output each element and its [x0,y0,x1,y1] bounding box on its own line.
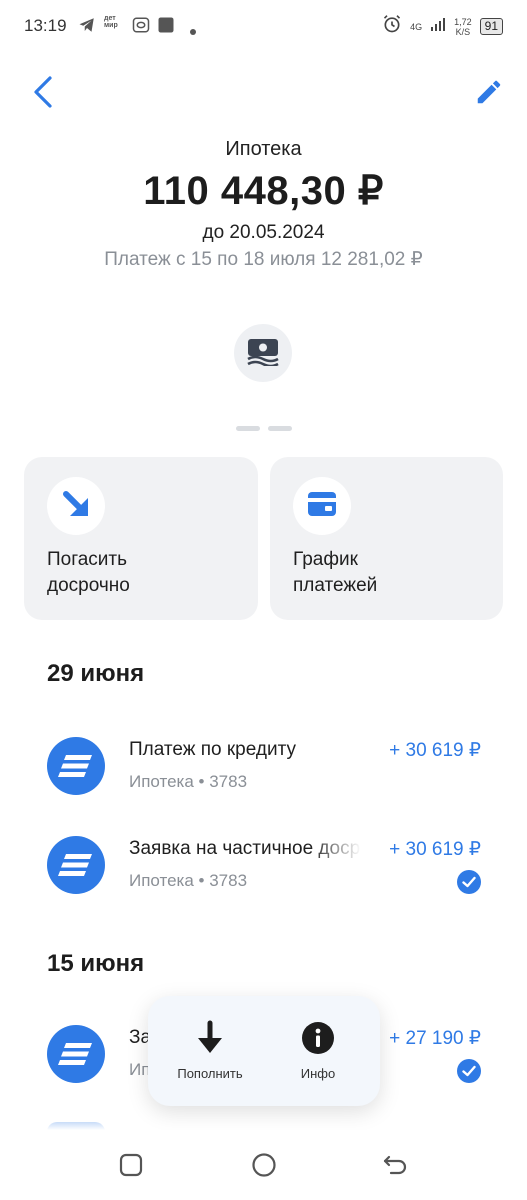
edit-button[interactable] [471,76,507,112]
info-icon [268,1018,368,1058]
early-repayment-tile[interactable]: Погасить досрочно [24,457,258,620]
back-nav-button[interactable] [378,1150,412,1184]
transaction-row[interactable]: Заявка на частичное досрочное погашение … [0,836,527,916]
transaction-amount: + 30 619 ₽ [389,839,481,860]
app-square-icon [157,16,175,39]
transaction-amount: + 30 619 ₽ [389,740,481,761]
carousel-dot [236,426,260,431]
early-repayment-label: Погасить досрочно [47,547,237,599]
circle-icon [251,1152,277,1183]
transaction-amount: + 27 190 ₽ [389,1028,481,1049]
banknote-icon [246,336,280,371]
payment-schedule-label-line2: платежей [293,575,378,596]
transaction-subtitle: Ипотека • 3783 [129,871,248,890]
early-repayment-label-line2: досрочно [47,575,130,596]
check-icon [457,870,481,894]
transaction-row[interactable]: Платеж по кредиту Ипотека • 3783 + 30 61… [0,737,527,817]
next-payment-info: Платеж с 15 по 18 июля 12 281,02 ₽ [104,249,423,270]
payment-schedule-label-line1: График [293,549,358,570]
info-label: Инфо [300,1066,336,1081]
alarm-icon [382,14,402,39]
payment-schedule-label: График платежей [293,547,483,599]
pencil-icon [474,77,504,112]
system-nav-bar [0,1130,527,1200]
arrow-down-right-icon [60,488,92,525]
info-button[interactable]: Инфо [268,1018,368,1081]
transaction-title: Заявка на частичное досрочное погашение [129,838,361,859]
floating-action-menu: Пополнить Инфо [148,996,380,1106]
net-speed: 1,72 K/S [454,17,472,37]
early-repayment-icon-wrap [47,477,105,535]
loan-end-date: до 20.05.2024 [202,222,325,243]
status-right: 4G 1,72 K/S 91 [382,14,503,39]
card-icon [306,490,338,523]
telegram-icon [78,16,96,39]
net-speed-value: 1,72 [454,16,472,27]
transaction-title: Платеж по кредиту [129,739,297,760]
loan-payment-icon [47,1025,105,1083]
network-type: 4G [410,21,423,32]
home-button[interactable] [247,1150,281,1184]
loan-card-button[interactable] [234,324,292,382]
status-bar: 13:19 дет мир 4G 1,72 K/S 91 [0,0,527,54]
check-icon [457,1059,481,1083]
top-up-button[interactable]: Пополнить [160,1018,260,1081]
status-time: 13:19 [24,16,67,35]
carousel-dot [268,426,292,431]
back-button[interactable] [26,74,60,114]
early-repayment-label-line1: Погасить [47,549,128,570]
loan-payment-icon [47,836,105,894]
top-up-label: Пополнить [177,1066,243,1081]
net-speed-unit: K/S [455,26,471,37]
chevron-left-icon [32,75,54,114]
more-notifications-dot-icon [190,22,196,40]
carousel-indicator [236,426,292,431]
loan-balance: 110 448,30 ₽ [143,169,384,213]
signal-icon [430,16,446,37]
square-icon [119,1153,143,1182]
back-arrow-icon [382,1153,408,1182]
loan-payment-icon [47,737,105,795]
app-notification-icon [132,16,150,39]
section-date: 29 июня [47,660,145,687]
transaction-subtitle: Ипотека • 3783 [129,772,248,791]
recents-button[interactable] [114,1150,148,1184]
battery-indicator: 91 [479,18,503,35]
payment-schedule-icon-wrap [293,477,351,535]
loan-title: Ипотека [225,138,302,160]
section-date: 15 июня [47,950,145,977]
store-app-icon: дет мир [104,15,118,29]
arrow-down-icon [160,1018,260,1058]
payment-schedule-tile[interactable]: График платежей [270,457,503,620]
